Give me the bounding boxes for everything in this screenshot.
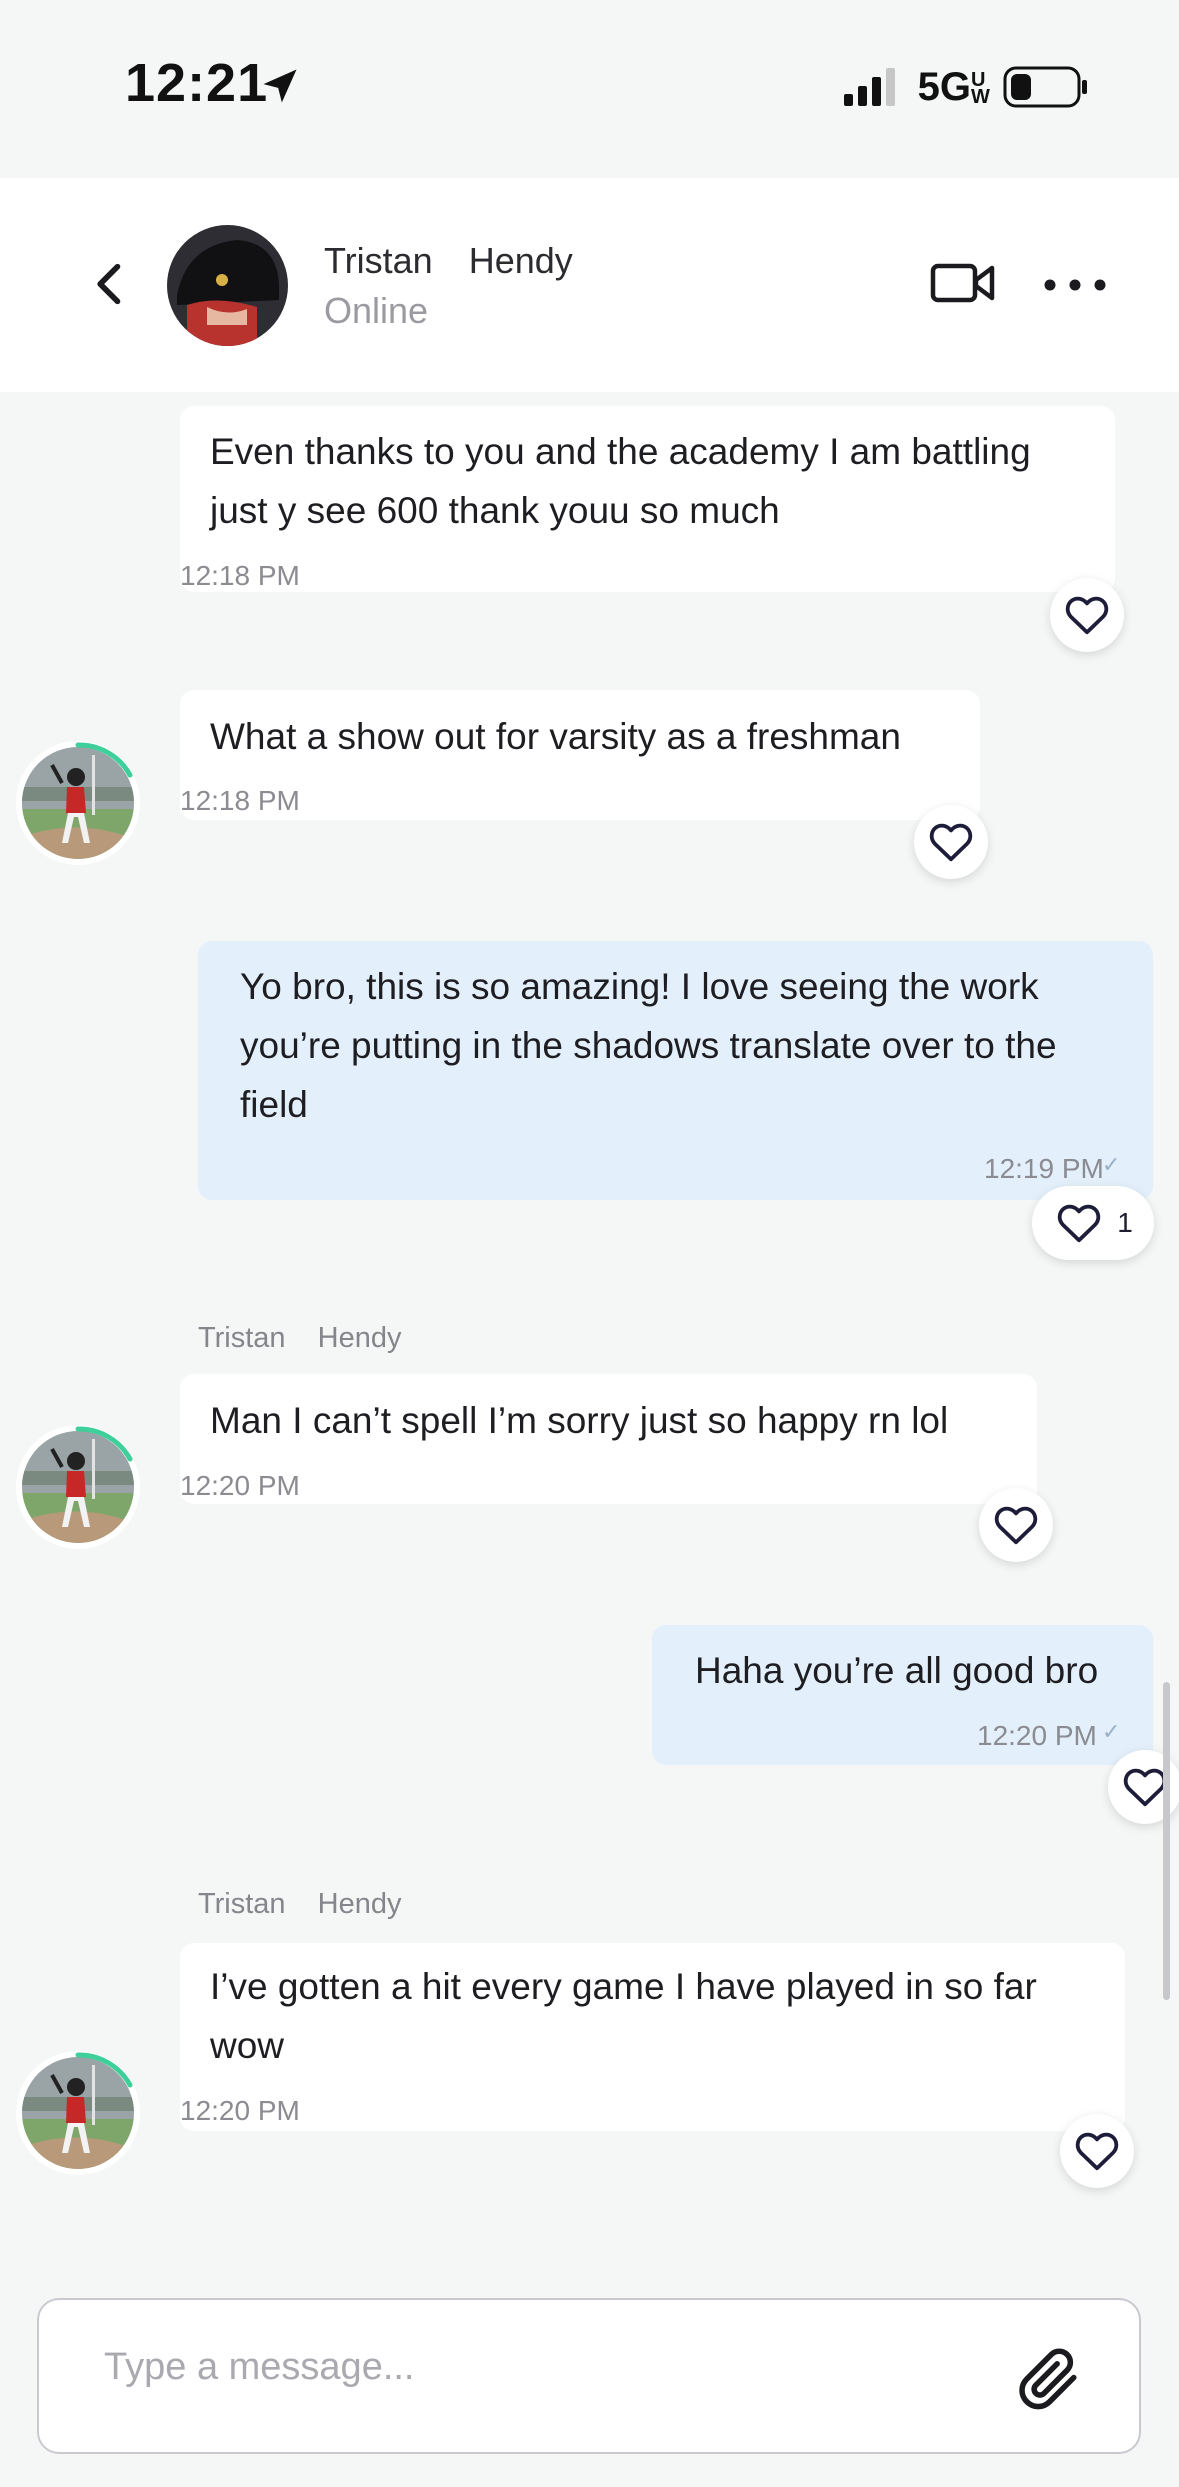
heart-icon — [1065, 595, 1109, 635]
heart-icon — [1123, 1767, 1167, 1807]
like-button[interactable] — [914, 805, 988, 879]
heart-icon — [1057, 1203, 1101, 1243]
message-time: 12:19 PM — [984, 1153, 1104, 1184]
network-type: 5GUW — [917, 64, 990, 109]
message-time: 12:20 PM — [180, 2095, 300, 2126]
message-time: 12:18 PM — [180, 785, 300, 816]
message-time: 12:20 PM — [977, 1720, 1097, 1751]
message-text: wow — [210, 2025, 285, 2066]
heart-icon — [929, 822, 973, 862]
status-icons: 5GUW — [843, 62, 1089, 112]
message-time: 12:20 PM — [180, 1470, 300, 1501]
avatar-progress-ring — [75, 1426, 133, 1462]
like-button[interactable] — [1060, 2114, 1134, 2188]
message-text: Yo bro, this is so amazing! I love seein… — [240, 966, 1039, 1007]
message-text: Even thanks to you and the academy I am … — [210, 431, 1031, 472]
paperclip-icon[interactable] — [1014, 2344, 1084, 2414]
avatar-progress-ring — [75, 742, 133, 778]
scrollbar[interactable] — [1163, 1682, 1170, 2000]
contact-name[interactable]: Tristan Hendy — [324, 240, 573, 282]
sender-name: Tristan Hendy — [198, 1888, 402, 1920]
status-time: 12:21 — [125, 53, 269, 113]
more-dots-icon[interactable] — [1040, 270, 1110, 300]
back-chevron-icon[interactable] — [85, 258, 137, 310]
message-time: 12:18 PM — [180, 560, 300, 591]
heart-icon — [1075, 2131, 1119, 2171]
like-button[interactable] — [979, 1488, 1053, 1562]
message-text: you’re putting in the shadows translate … — [240, 1025, 1057, 1066]
video-camera-icon[interactable] — [930, 258, 996, 308]
message-text: I’ve gotten a hit every game I have play… — [210, 1966, 1037, 2007]
contact-avatar[interactable] — [167, 225, 288, 346]
signal-icon — [843, 68, 895, 106]
like-button[interactable] — [1050, 578, 1124, 652]
message-input-placeholder[interactable]: Type a message... — [104, 2346, 415, 2389]
status-bar: 12:21 5GUW — [0, 0, 1179, 178]
read-check-icon: ✓ — [1102, 1152, 1121, 1177]
message-text: What a show out for varsity as a freshma… — [210, 716, 901, 757]
message-text: field — [240, 1084, 308, 1125]
message-text: just y see 600 thank youu so much — [210, 490, 780, 531]
message-text: Man I can’t spell I’m sorry just so happ… — [210, 1400, 949, 1441]
avatar-progress-ring — [75, 2052, 133, 2088]
message-text: Haha you’re all good bro — [695, 1650, 1099, 1691]
like-button[interactable]: 1 — [1032, 1186, 1154, 1260]
read-check-icon: ✓ — [1102, 1719, 1121, 1744]
like-count: 1 — [1117, 1207, 1133, 1238]
battery-icon — [1003, 66, 1087, 108]
heart-icon — [994, 1505, 1038, 1545]
contact-status: Online — [324, 290, 429, 331]
location-arrow-icon — [263, 69, 297, 103]
sender-name: Tristan Hendy — [198, 1322, 402, 1354]
